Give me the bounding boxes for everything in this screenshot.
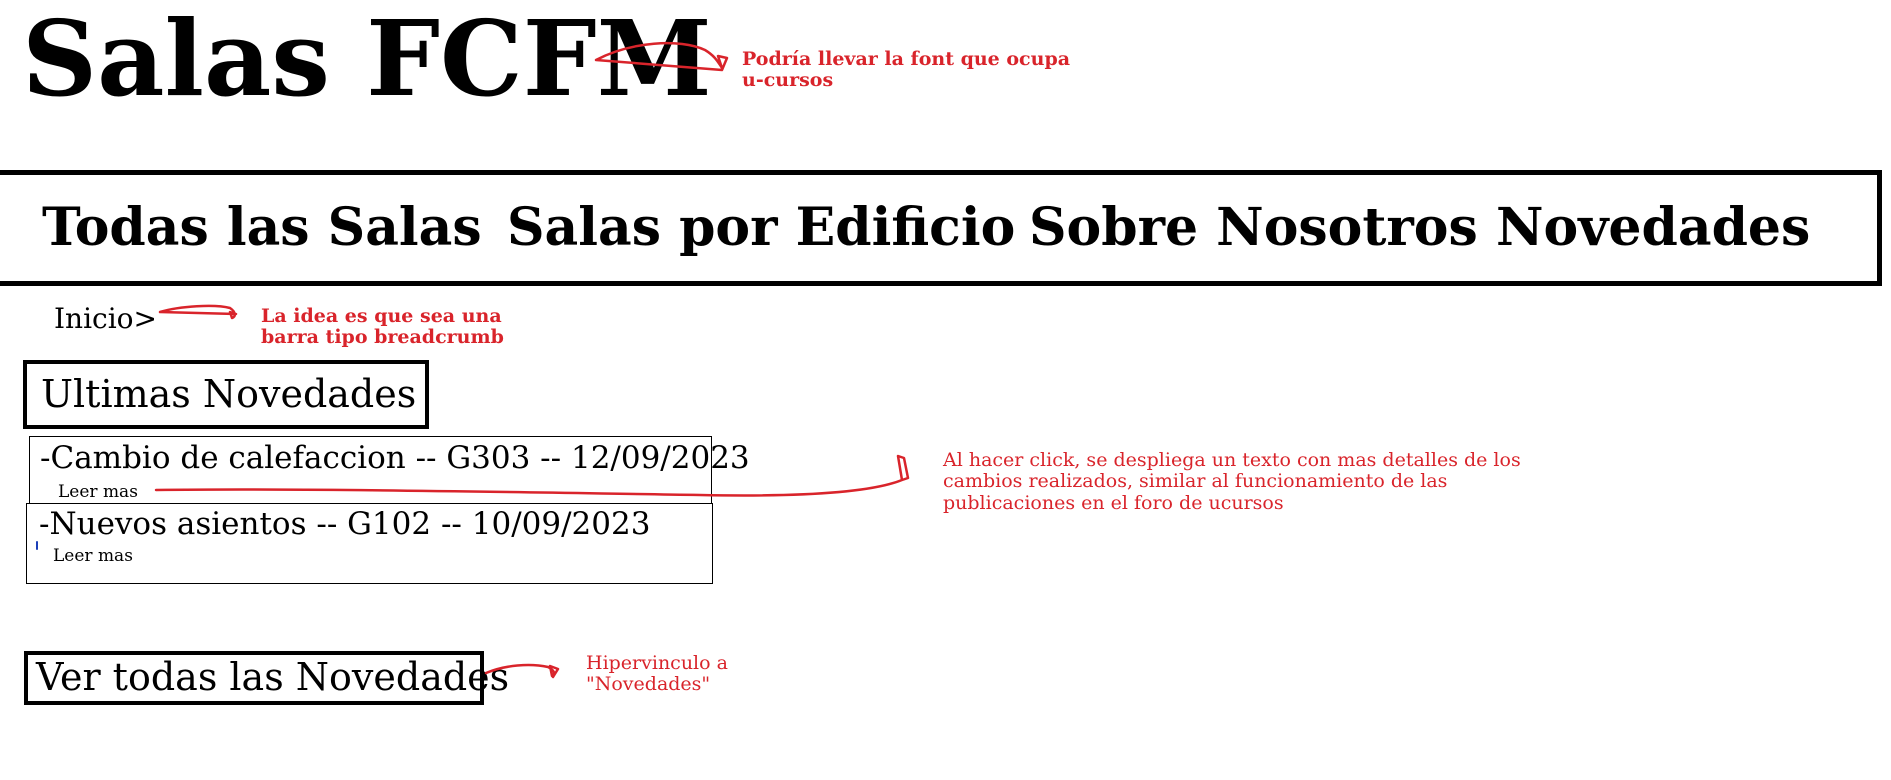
news-item-title: -Nuevos asientos -- G102 -- 10/09/2023 bbox=[39, 506, 651, 542]
read-more-link[interactable]: Leer mas bbox=[53, 548, 133, 565]
news-item: -Cambio de calefaccion -- G303 -- 12/09/… bbox=[29, 436, 750, 506]
see-all-news-link[interactable]: Ver todas las Novedades bbox=[24, 651, 509, 705]
main-navbar: Todas las Salas Salas por Edificio Sobre… bbox=[0, 170, 1882, 286]
read-more-link[interactable]: Leer mas bbox=[58, 484, 138, 501]
annotation-read-more-note: Al hacer click, se despliega un texto co… bbox=[943, 449, 1521, 514]
news-item: -Nuevos asientos -- G102 -- 10/09/2023 L… bbox=[26, 503, 713, 584]
arrow-breadcrumb-note bbox=[158, 304, 238, 320]
section-title-ultimas-novedades: Ultimas Novedades bbox=[23, 360, 429, 429]
nav-item-todas-las-salas[interactable]: Todas las Salas bbox=[42, 199, 482, 256]
annotation-font-note: Podría llevar la font que ocupa u-cursos bbox=[742, 48, 1071, 92]
nav-item-novedades[interactable]: Novedades bbox=[1496, 199, 1810, 256]
annotation-breadcrumb-note: La idea es que sea una barra tipo breadc… bbox=[261, 305, 504, 349]
news-item-title: -Cambio de calefaccion -- G303 -- 12/09/… bbox=[40, 440, 750, 476]
nav-item-salas-por-edificio[interactable]: Salas por Edificio bbox=[507, 199, 1015, 256]
breadcrumb[interactable]: Inicio> bbox=[54, 302, 157, 335]
nav-item-sobre-nosotros[interactable]: Sobre Nosotros bbox=[1029, 199, 1478, 256]
site-title: Salas FCFM bbox=[22, 0, 712, 120]
annotation-link-note: Hipervinculo a "Novedades" bbox=[586, 652, 728, 696]
